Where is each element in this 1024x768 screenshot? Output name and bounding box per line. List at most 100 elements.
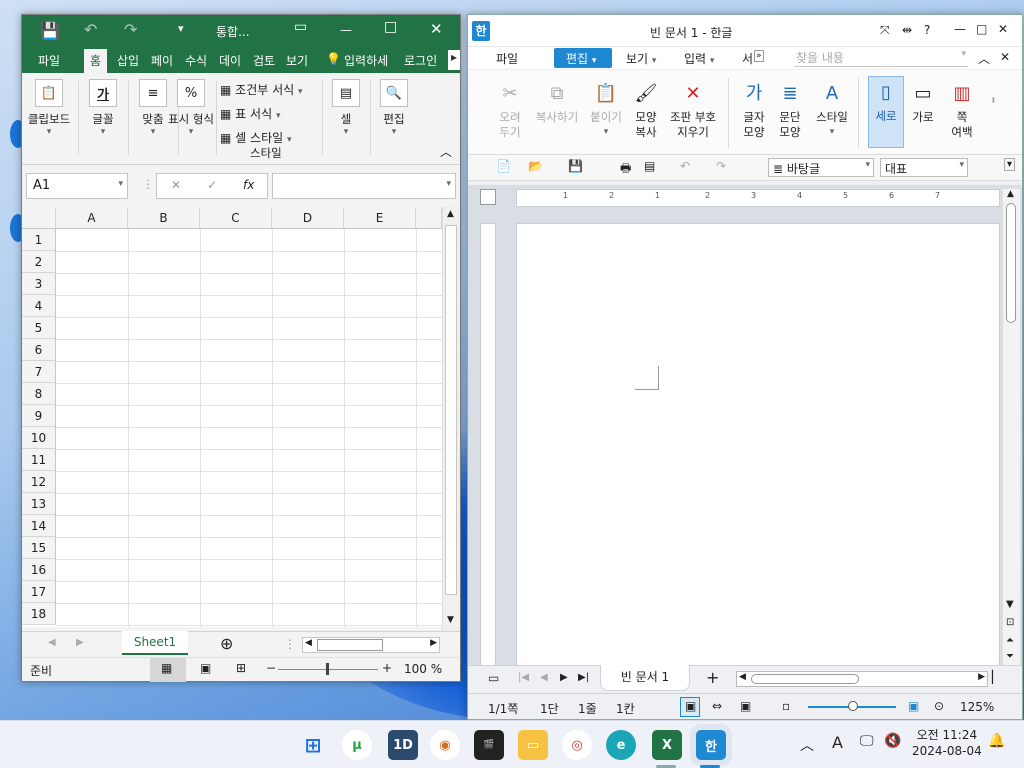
zoom-slider-thumb[interactable] [848, 701, 858, 711]
redo-icon[interactable]: ↷ [716, 159, 726, 173]
prev-tab-icon[interactable]: ◀ [540, 672, 548, 683]
row-header-15[interactable]: 15 [22, 537, 56, 559]
open-icon[interactable]: 📂 [528, 159, 543, 173]
column-header-B[interactable]: B [128, 207, 200, 229]
column-header-D[interactable]: D [272, 207, 344, 229]
horizontal-ruler[interactable]: 1 2 1 2 3 4 5 6 7 [516, 189, 1000, 207]
zoom-slider-thumb[interactable] [326, 663, 329, 675]
document-page[interactable] [516, 223, 1000, 667]
zoom-out-icon[interactable]: ▫ [782, 699, 790, 713]
row-header-14[interactable]: 14 [22, 515, 56, 537]
utorrent-icon[interactable]: µ [342, 730, 372, 760]
font-button[interactable]: 가 글꼴 ▾ [82, 79, 124, 137]
menu-insert[interactable]: 입력 ▾ [684, 50, 714, 67]
number-format-button[interactable]: % 표시 형식 ▾ [166, 79, 216, 137]
function-icon[interactable]: fx [243, 178, 254, 192]
save-icon[interactable]: 💾 [40, 21, 60, 40]
start-icon[interactable]: ⊞ [298, 730, 328, 760]
row-header-6[interactable]: 6 [22, 339, 56, 361]
remove-codes-button[interactable]: ✕ 조판 부호 지우기 [666, 78, 720, 140]
menu-insert[interactable]: 삽입 [117, 52, 139, 69]
scroll-thumb[interactable] [1006, 203, 1016, 323]
column-header-F[interactable] [416, 207, 442, 229]
cancel-icon[interactable]: ✕ [171, 178, 181, 192]
menu-format[interactable]: 서 [742, 50, 753, 67]
edge-icon[interactable]: e [606, 730, 636, 760]
preview-icon[interactable]: ▤ [644, 159, 655, 173]
close-icon[interactable]: ✕ [998, 22, 1008, 36]
status-page[interactable]: 1/1쪽 [488, 700, 518, 717]
select-all-corner[interactable] [22, 207, 56, 229]
ribbon-display-icon[interactable]: ▭ [294, 19, 307, 35]
first-tab-icon[interactable]: |◀ [518, 672, 529, 683]
menu-file[interactable]: 파일 [496, 50, 518, 67]
add-tab-icon[interactable]: + [706, 668, 719, 687]
minimize-icon[interactable]: — [954, 22, 966, 36]
scroll-right-icon[interactable]: ▶ [430, 638, 437, 648]
hangul-taskbar-icon[interactable]: 한 [696, 730, 726, 760]
para-shape-button[interactable]: ≣ 문단 모양 [770, 78, 810, 140]
cut-button[interactable]: ✂ 오려 두기 [488, 78, 532, 140]
menu-data[interactable]: 데이 [219, 52, 241, 69]
save-icon[interactable]: 💾 [568, 159, 583, 173]
ribbon-collapse-icon[interactable]: ︿ [978, 50, 990, 67]
menu-file[interactable]: 파일 [38, 52, 60, 69]
last-tab-icon[interactable]: ▶| [578, 672, 589, 683]
zoom-level[interactable]: 100 % [404, 662, 442, 676]
tray-overflow-icon[interactable]: ︿ [800, 735, 814, 755]
column-header-C[interactable]: C [200, 207, 272, 229]
landscape-button[interactable]: ▭ 가로 [906, 78, 940, 125]
row-header-5[interactable]: 5 [22, 317, 56, 339]
onedrive-icon[interactable]: 1D [388, 730, 418, 760]
document-tab[interactable]: 빈 문서 1 [600, 665, 690, 691]
search-dropdown-icon[interactable]: ▾ [961, 49, 966, 59]
conditional-format-button[interactable]: ▦ 조건부 서식 ▾ [220, 79, 303, 103]
document-hscroll[interactable]: ◀ ▶ [736, 671, 988, 687]
spreadsheet-grid[interactable]: A B C D E 1 2 3 4 5 6 7 8 9 10 11 12 13 14 15 16 17 18 [22, 207, 442, 627]
maximize-icon[interactable]: □ [976, 22, 987, 36]
name-box[interactable]: A1 ▾ [26, 173, 128, 199]
normal-view-button[interactable]: ▦ [150, 658, 186, 682]
row-header-7[interactable]: 7 [22, 361, 56, 383]
scroll-left-icon[interactable]: ◀ [305, 638, 312, 648]
expand-formula-icon[interactable]: ▾ [446, 179, 451, 189]
row-header-1[interactable]: 1 [22, 229, 56, 251]
vertical-scrollbar[interactable]: ▲ ▼ [442, 207, 460, 631]
copy-button[interactable]: ⧉ 복사하기 [530, 78, 584, 125]
hscroll-thumb[interactable] [751, 674, 859, 684]
menu-more-icon[interactable]: » [754, 50, 764, 62]
column-header-A[interactable]: A [56, 207, 128, 229]
file-explorer-icon[interactable]: ▭ [518, 730, 548, 760]
collapse-ribbon-icon[interactable]: ︿ [440, 143, 452, 160]
add-sheet-icon[interactable]: ⊕ [220, 634, 233, 653]
toolbar-expand-icon[interactable]: ▾ [1004, 158, 1016, 171]
row-header-17[interactable]: 17 [22, 581, 56, 603]
split-icon[interactable]: ▏ [992, 670, 1001, 684]
page-break-view-icon[interactable]: ⊞ [236, 661, 246, 675]
next-sheet-icon[interactable]: ▶ [76, 637, 84, 648]
row-header-3[interactable]: 3 [22, 273, 56, 295]
network-icon[interactable]: 🖵 [860, 733, 874, 749]
ruler-corner-icon[interactable] [480, 189, 496, 205]
formula-input[interactable]: ▾ [272, 173, 456, 199]
ime-indicator[interactable]: A [832, 733, 843, 752]
char-shape-button[interactable]: 가 글자 모양 [734, 78, 774, 140]
portrait-button[interactable]: ▯ 세로 [868, 76, 904, 148]
width-fit-icon[interactable]: ⇹ [902, 23, 912, 37]
page-layout-view-icon[interactable]: ▣ [200, 661, 211, 675]
scroll-down-icon[interactable]: ▼ [447, 615, 454, 625]
close-doc-icon[interactable]: ✕ [1000, 50, 1010, 64]
style-select[interactable]: ≣ 바탕글 ▾ [768, 158, 874, 177]
tab-list-icon[interactable]: ▭ [488, 671, 499, 685]
clock[interactable]: 오전 11:24 2024-08-04 [912, 727, 982, 759]
scroll-thumb[interactable] [445, 225, 457, 595]
help-icon[interactable]: ? [924, 23, 930, 37]
row-header-9[interactable]: 9 [22, 405, 56, 427]
paste-button[interactable]: 📋 붙이기 ▾ [584, 78, 628, 140]
row-header-4[interactable]: 4 [22, 295, 56, 317]
minimize-icon[interactable]: — [340, 23, 352, 37]
scroll-left-icon[interactable]: ◀ [739, 672, 746, 682]
menu-view[interactable]: 보기 [286, 52, 308, 69]
login-button[interactable]: 로그인 [404, 52, 437, 69]
edit-button[interactable]: 🔍 편집 ▾ [372, 79, 416, 137]
